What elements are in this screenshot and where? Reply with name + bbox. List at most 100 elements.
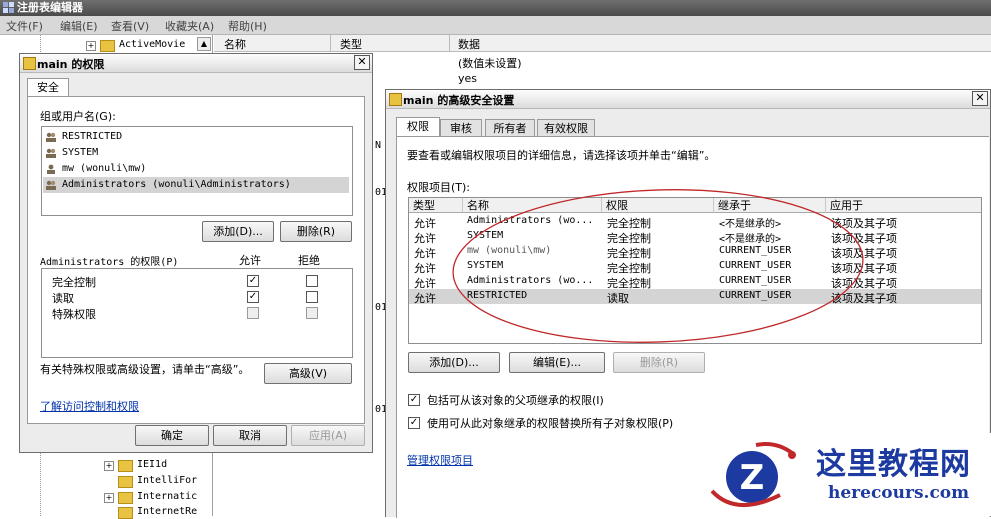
tree-item[interactable]: Internatic: [137, 491, 197, 502]
tab-auditing[interactable]: 审核: [440, 119, 482, 137]
permissions-list: 完全控制 ✓ 读取 ✓ 特殊权限: [41, 268, 353, 358]
folder-icon: [118, 460, 133, 472]
grid-header-type[interactable]: 类型: [409, 198, 463, 213]
cell-name: mw (wonuli\mw): [467, 245, 552, 256]
column-header-name[interactable]: 名称: [224, 36, 246, 52]
advanced-dialog-titlebar: main 的高级安全设置 ✕: [386, 90, 990, 109]
grid-header-name[interactable]: 名称: [463, 198, 602, 213]
table-row-selected[interactable]: 允许 RESTRICTED 读取 CURRENT_USER 该项及其子项: [409, 289, 981, 305]
menu-edit[interactable]: 编辑(E): [60, 18, 98, 34]
watermark-logo: Z 这里教程网 herecours.com: [702, 433, 991, 516]
allow-full-control-checkbox[interactable]: ✓: [247, 275, 259, 287]
cell-inherited-from: <不是继承的>: [719, 219, 782, 230]
replace-child-permissions-checkbox[interactable]: ✓: [408, 417, 420, 429]
tree-expander[interactable]: +: [104, 461, 114, 471]
tree-item[interactable]: IntelliFor: [137, 475, 197, 486]
site-logo-icon: Z: [710, 442, 796, 508]
deny-read-checkbox[interactable]: [306, 291, 318, 303]
advanced-button[interactable]: 高级(V): [264, 363, 352, 384]
folder-icon: [389, 93, 402, 106]
table-row[interactable]: 允许 Administrators (wo... 完全控制 <不是继承的> 该项…: [409, 214, 981, 230]
advanced-dialog-title: main 的高级安全设置: [403, 94, 515, 107]
permission-name: 特殊权限: [52, 308, 96, 321]
table-row[interactable]: 允许 Administrators (wo... 完全控制 CURRENT_US…: [409, 274, 981, 290]
tab-owner[interactable]: 所有者: [485, 119, 535, 137]
column-header-type[interactable]: 类型: [340, 36, 362, 52]
window-title: 注册表编辑器: [17, 1, 83, 14]
user-name: SYSTEM: [62, 147, 99, 158]
users-group-icon: [46, 132, 56, 142]
replace-child-permissions-label: 使用可从此对象继承的权限替换所有子对象权限(P): [427, 417, 674, 430]
tree-expander[interactable]: +: [104, 493, 114, 503]
user-name: Administrators (wonuli\Administrators): [62, 179, 291, 190]
permission-name: 完全控制: [52, 276, 96, 289]
edit-entry-button[interactable]: 编辑(E)...: [509, 352, 605, 373]
learn-access-control-link[interactable]: 了解访问控制和权限: [40, 398, 139, 414]
cancel-button[interactable]: 取消: [213, 425, 287, 446]
user-name: mw (wonuli\mw): [62, 163, 147, 174]
tree-scroll-up-button[interactable]: ▲: [197, 37, 211, 51]
table-row[interactable]: 允许 mw (wonuli\mw) 完全控制 CURRENT_USER 该项及其…: [409, 244, 981, 260]
close-icon[interactable]: ✕: [354, 55, 370, 70]
menu-view[interactable]: 查看(V): [111, 18, 149, 34]
permission-entries-grid[interactable]: 类型 名称 权限 继承于 应用于 允许 Administrators (wo..…: [408, 197, 982, 344]
menu-help[interactable]: 帮助(H): [228, 18, 267, 34]
grid-header-permission[interactable]: 权限: [602, 198, 714, 213]
include-inheritable-label: 包括可从该对象的父项继承的权限(I): [427, 394, 604, 407]
grid-header-inherited-from[interactable]: 继承于: [714, 198, 826, 213]
folder-icon: [118, 476, 133, 488]
table-row[interactable]: 允许 SYSTEM 完全控制 <不是继承的> 该项及其子项: [409, 229, 981, 245]
table-row[interactable]: 允许 SYSTEM 完全控制 CURRENT_USER 该项及其子项: [409, 259, 981, 275]
value-data-cell: (数值未设置): [458, 57, 522, 70]
permission-name: 读取: [52, 292, 74, 305]
user-name: RESTRICTED: [62, 131, 123, 142]
permissions-dialog-title: main 的权限: [37, 58, 105, 71]
tree-item-activemovie[interactable]: ActiveMovie: [119, 39, 185, 50]
grid-header-apply-to[interactable]: 应用于: [826, 198, 981, 213]
logo-letter: Z: [740, 458, 765, 498]
menu-favorites[interactable]: 收藏夹(A): [165, 18, 214, 34]
permissions-dialog-titlebar: main 的权限 ✕: [20, 54, 372, 73]
tab-security[interactable]: 安全: [27, 78, 69, 98]
close-icon[interactable]: ✕: [972, 91, 988, 106]
cell-inherited-from: CURRENT_USER: [719, 275, 792, 286]
tree-expander[interactable]: +: [86, 41, 96, 51]
list-item-selected[interactable]: Administrators (wonuli\Administrators): [43, 177, 349, 193]
tab-effective-permissions[interactable]: 有效权限: [537, 119, 595, 137]
tree-item[interactable]: IEI1d: [137, 459, 167, 470]
remove-user-button[interactable]: 删除(R): [280, 221, 352, 242]
deny-header: 拒绝: [298, 254, 320, 267]
menu-file[interactable]: 文件(F): [6, 18, 43, 34]
include-inheritable-checkbox[interactable]: ✓: [408, 394, 420, 406]
add-entry-button[interactable]: 添加(D)...: [408, 352, 500, 373]
permissions-label: Administrators 的权限(P): [40, 257, 179, 268]
cell-name: Administrators (wo...: [467, 275, 594, 286]
add-user-button[interactable]: 添加(D)...: [202, 221, 274, 242]
allow-read-checkbox[interactable]: ✓: [247, 291, 259, 303]
group-label: 组或用户名(G):: [40, 110, 116, 123]
regedit-app-icon: [3, 2, 14, 13]
cell-apply-to: 该项及其子项: [831, 292, 897, 305]
cell-type: 允许: [414, 292, 436, 305]
menu-bar: 文件(F) 编辑(E) 查看(V) 收藏夹(A) 帮助(H): [0, 16, 991, 35]
advanced-hint-text: 有关特殊权限或高级设置，请单击“高级”。: [40, 363, 250, 376]
values-list-header: 名称 类型 数据: [214, 35, 991, 52]
cell-inherited-from: CURRENT_USER: [719, 260, 792, 271]
tab-permissions[interactable]: 权限: [396, 117, 440, 137]
ok-button[interactable]: 确定: [135, 425, 209, 446]
instruction-text: 要查看或编辑权限项目的详细信息，请选择该项并单击“编辑”。: [407, 149, 716, 162]
deny-full-control-checkbox[interactable]: [306, 275, 318, 287]
tree-item[interactable]: InternetRe: [137, 506, 197, 517]
permissions-dialog: main 的权限 ✕ 安全 组或用户名(G): RESTRICTED SYSTE…: [19, 53, 373, 453]
cell-name: RESTRICTED: [467, 290, 528, 301]
folder-icon: [100, 40, 115, 52]
entries-label: 权限项目(T):: [407, 181, 471, 194]
users-listbox[interactable]: RESTRICTED SYSTEM mw (wonuli\mw) Adminis…: [41, 126, 353, 216]
cell-name: SYSTEM: [467, 230, 504, 241]
allow-header: 允许: [239, 254, 261, 267]
value-data-cell: yes: [458, 72, 478, 85]
column-header-data[interactable]: 数据: [458, 36, 480, 52]
window-titlebar: 注册表编辑器: [0, 0, 991, 16]
manage-permission-entries-link[interactable]: 管理权限项目: [407, 452, 473, 468]
allow-special-checkbox: [247, 307, 259, 319]
